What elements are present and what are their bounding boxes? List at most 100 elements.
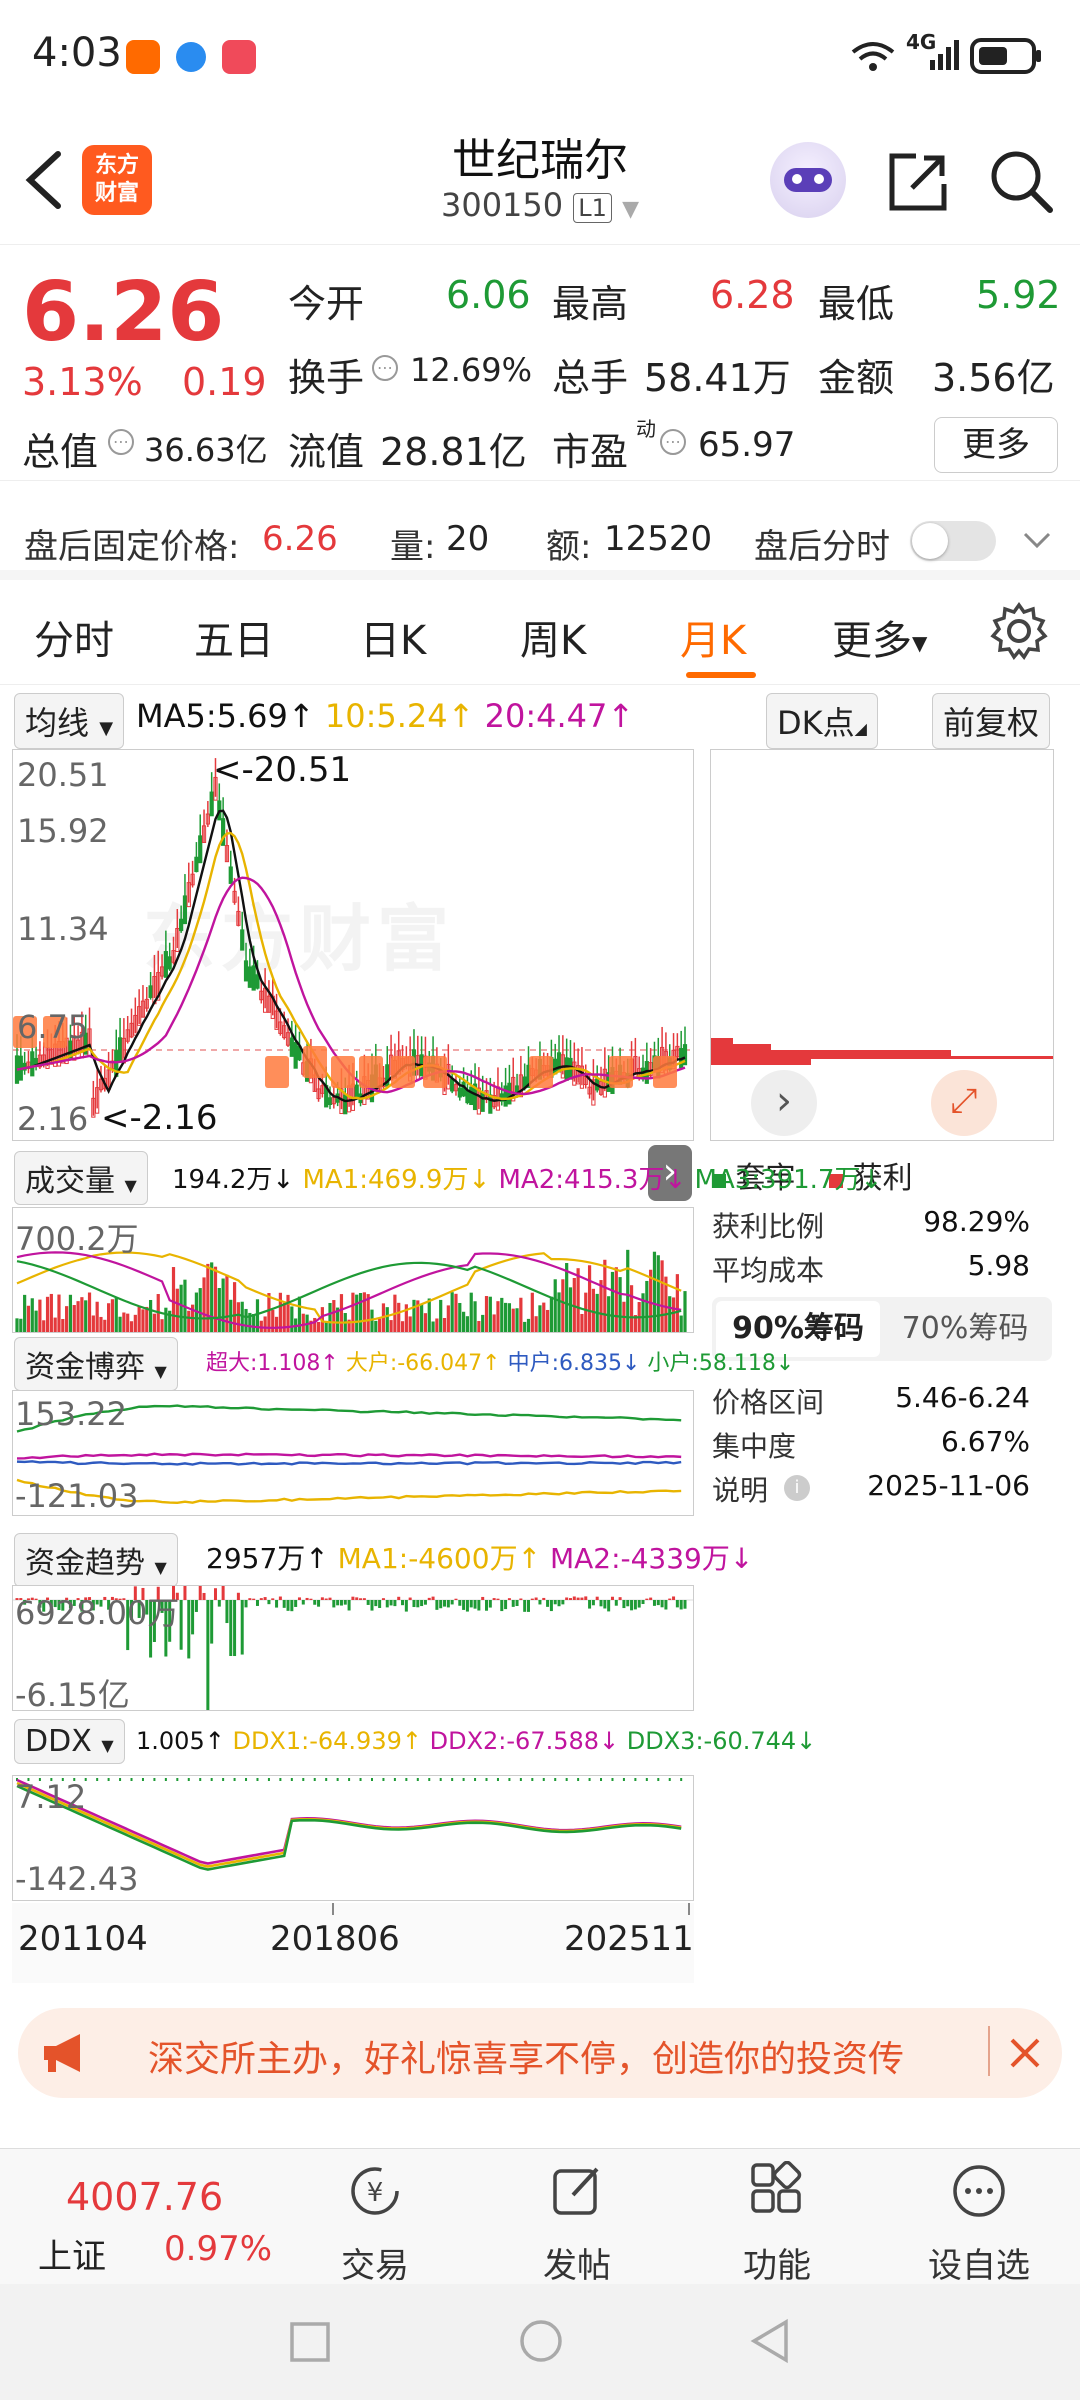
trend-axis-label: 6928.00万 — [15, 1594, 180, 1632]
fund-game-pane[interactable]: 153.22 -121.03 — [12, 1390, 694, 1516]
volume-bar — [15, 1318, 19, 1332]
chip-details: 价格区间 5.46-6.24 集中度 6.67% 说明 i 2025-11-06 — [712, 1381, 1062, 1521]
volume-bar — [629, 1285, 634, 1332]
fund-game-selector[interactable]: 资金博弈 ▼ — [14, 1337, 178, 1391]
trend-bar — [225, 1600, 229, 1624]
volume-bar — [358, 1293, 363, 1332]
tab-monthly-k[interactable]: 月K — [680, 608, 746, 666]
trend-bar — [603, 1600, 607, 1609]
promo-banner[interactable]: 深交所主办，好礼惊喜享不停，创造你的投资传 — [18, 2008, 1062, 2098]
volume-bar — [34, 1310, 38, 1332]
candlestick-chart — [13, 758, 693, 1118]
stock-code: 300150 — [440, 186, 564, 224]
system-navigation-bar — [0, 2284, 1080, 2400]
expand-chevron-button[interactable]: › — [751, 1070, 817, 1136]
caret-down-icon: ▼ — [912, 631, 928, 655]
ddx-bar — [107, 1778, 110, 1781]
fund-line-1 — [16, 1452, 682, 1460]
chip-distribution-pane[interactable]: › ⤢ — [710, 749, 1054, 1141]
more-button[interactable]: 更多 — [934, 417, 1058, 473]
max-price-marker: <-20.51 — [213, 750, 352, 790]
tab-minute[interactable]: 分时 — [34, 608, 114, 666]
ddx-bar — [645, 1778, 648, 1781]
volume-bar — [179, 1284, 183, 1332]
volume-bar — [316, 1321, 321, 1332]
volume-bar — [423, 1313, 428, 1332]
signal-icon — [930, 40, 959, 70]
add-watchlist-button[interactable]: 设自选 — [904, 2161, 1054, 2287]
fund-trend-selector[interactable]: 资金趋势 ▼ — [14, 1533, 178, 1587]
trend-bar — [393, 1600, 397, 1607]
tab-more[interactable]: 更多▼ — [832, 608, 927, 666]
share-icon[interactable] — [886, 150, 950, 214]
volume-bar — [278, 1292, 282, 1332]
ddx-bar — [531, 1778, 534, 1781]
chevron-down-icon: ▼ — [622, 197, 640, 222]
close-icon[interactable] — [1008, 2036, 1042, 2070]
back-icon[interactable] — [748, 2318, 792, 2364]
search-icon[interactable] — [988, 148, 1054, 214]
candle-body — [240, 929, 245, 951]
volume-bar — [95, 1301, 99, 1332]
candle-body — [480, 1092, 485, 1112]
ddx-pane[interactable]: 7.12 -142.43 — [12, 1775, 694, 1901]
volume-bar — [610, 1271, 615, 1332]
ai-assistant-icon[interactable] — [770, 142, 846, 218]
trade-button[interactable]: ¥ 交易 — [300, 2161, 450, 2287]
price-axis-label: 6.75 — [17, 1008, 89, 1046]
volume-value: 58.41万 — [644, 356, 791, 400]
ma-selector[interactable]: 均线 ▼ — [14, 693, 125, 749]
trend-bar — [679, 1600, 683, 1610]
signal-marker — [423, 1056, 447, 1088]
tab-daily-k[interactable]: 日K — [360, 608, 426, 666]
settings-gear-icon[interactable] — [990, 602, 1048, 660]
candlestick-pane[interactable]: 东方财富 20.51 15.92 11.34 6.75 2.16 <-20.51… — [12, 749, 694, 1141]
trend-bar — [485, 1600, 489, 1611]
volume-bar — [385, 1307, 389, 1332]
turnover-value: 12.69% — [410, 351, 533, 389]
volume-bar — [187, 1310, 191, 1332]
volume-selector[interactable]: 成交量 ▼ — [14, 1151, 148, 1205]
trend-bar — [240, 1600, 244, 1655]
after-hours-toggle[interactable] — [910, 521, 996, 561]
post-button[interactable]: 发帖 — [502, 2161, 652, 2287]
adjustment-button[interactable]: 前复权 — [932, 693, 1051, 749]
volume-bar — [618, 1277, 622, 1332]
tab-five-day[interactable]: 五日 — [194, 608, 274, 666]
trend-bar — [286, 1600, 290, 1611]
index-value: 4007.76 — [66, 2175, 224, 2219]
volume-bar — [26, 1305, 31, 1332]
trend-bar — [633, 1600, 637, 1610]
index-ticker[interactable]: 4007.76 上证 0.97% — [0, 2149, 300, 2285]
fullscreen-icon[interactable]: ⤢ — [931, 1070, 997, 1136]
ddx-line-0 — [16, 1778, 682, 1865]
message-notification-icon — [222, 40, 256, 74]
fund-trend-pane[interactable]: 6928.00万 -6.15亿 — [12, 1580, 694, 1714]
functions-button[interactable]: 功能 — [702, 2160, 852, 2287]
stock-code-row[interactable]: 300150 L1 ▼ — [340, 186, 740, 224]
ddx-bar — [290, 1778, 293, 1781]
volume-bar — [206, 1263, 210, 1332]
ddx-selector[interactable]: DDX ▼ — [14, 1719, 125, 1764]
info-icon[interactable]: ⋯ — [372, 355, 398, 381]
trend-bar — [519, 1598, 523, 1600]
help-icon[interactable]: i — [784, 1475, 810, 1501]
volume-bar — [290, 1306, 294, 1332]
info-icon[interactable]: ⋯ — [108, 429, 134, 455]
index-name: 上证 — [38, 2237, 106, 2277]
turnover-label: 换手 — [288, 356, 365, 400]
recent-apps-icon[interactable] — [288, 2320, 332, 2364]
tab-weekly-k[interactable]: 周K — [520, 608, 586, 666]
dk-point-button[interactable]: DK点◢ — [766, 693, 878, 749]
volume-pane[interactable]: 700.2万 — [12, 1207, 694, 1333]
chevron-down-icon[interactable] — [1022, 531, 1052, 551]
info-icon[interactable]: ⋯ — [660, 429, 686, 455]
candle-body — [209, 791, 214, 817]
trend-bar — [496, 1598, 500, 1600]
volume-indicators: 194.2万↓ MA1:469.9万↓ MA2:415.3万↓ MA3:391.… — [172, 1165, 883, 1195]
tab-70-percent[interactable]: 70%筹码 — [882, 1301, 1048, 1357]
volume-bar — [210, 1262, 214, 1332]
home-icon[interactable] — [518, 2318, 564, 2364]
amount-value: 3.56亿 — [932, 356, 1055, 400]
back-arrow-icon[interactable] — [22, 148, 66, 212]
